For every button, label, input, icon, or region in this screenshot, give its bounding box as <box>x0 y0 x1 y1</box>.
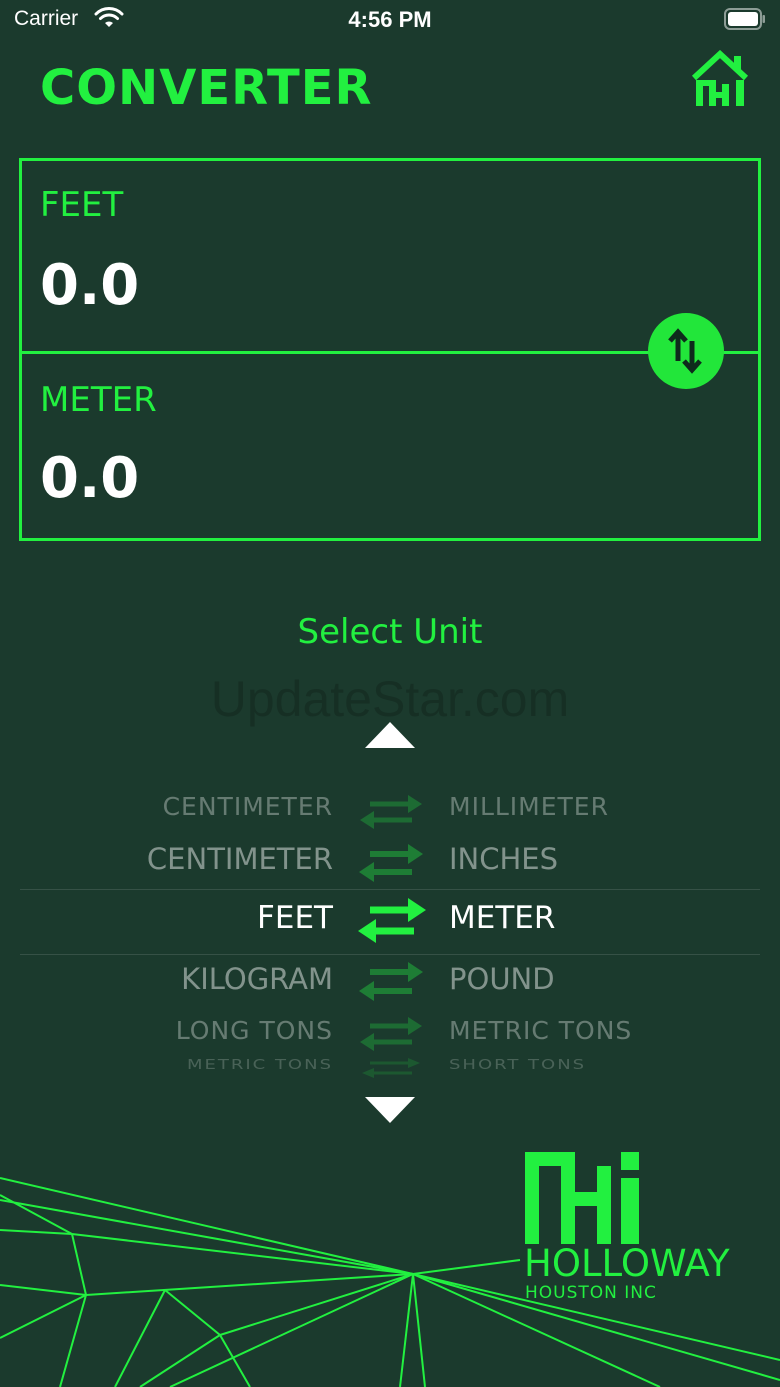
picker-option[interactable]: METRIC TONS SHORT TONS <box>20 1057 760 1079</box>
option-from: METRIC TONS <box>186 1057 333 1073</box>
hhi-logo-icon <box>525 1152 639 1244</box>
swap-button[interactable] <box>648 313 724 389</box>
picker-option[interactable]: KILOGRAM POUND <box>20 962 760 1004</box>
triangle-down-icon[interactable] <box>365 1097 415 1123</box>
status-bar: Carrier 4:56 PM <box>0 0 780 40</box>
from-value-input[interactable]: 0.0 <box>40 253 139 318</box>
option-from: LONG TONS <box>175 1016 333 1045</box>
picker-option[interactable]: LONG TONS METRIC TONS <box>20 1016 760 1052</box>
unit-picker[interactable]: CENTIMETER MILLIMETER CENTIMETER INCHES … <box>20 770 760 1090</box>
option-to: INCHES <box>449 842 559 876</box>
battery-icon <box>724 8 765 30</box>
to-value-display: 0.0 <box>40 446 140 511</box>
clock: 4:56 PM <box>348 7 432 32</box>
picker-option[interactable]: CENTIMETER INCHES <box>20 842 760 884</box>
select-unit-title: Select Unit <box>297 612 483 652</box>
triangle-up-icon[interactable] <box>365 722 415 748</box>
picker-divider <box>20 889 760 890</box>
option-from: CENTIMETER <box>162 792 333 821</box>
option-from: CENTIMETER <box>146 842 333 876</box>
option-to: SHORT TONS <box>449 1057 587 1073</box>
watermark: UpdateStar.com <box>210 671 570 727</box>
option-from: FEET <box>257 900 333 936</box>
option-to: MILLIMETER <box>449 792 609 821</box>
picker-divider <box>20 954 760 955</box>
to-unit-label: METER <box>40 380 157 420</box>
picker-option-selected[interactable]: FEET METER <box>20 898 760 946</box>
option-to: POUND <box>449 962 555 996</box>
swap-horizontal-arrows-icon <box>358 898 426 943</box>
swap-vertical-arrows-icon <box>668 328 702 374</box>
picker-option[interactable]: CENTIMETER MILLIMETER <box>20 792 760 832</box>
swap-horizontal-arrows-icon <box>360 795 422 829</box>
swap-horizontal-arrows-icon <box>359 844 423 882</box>
option-from: KILOGRAM <box>181 962 333 996</box>
house-logo-icon[interactable] <box>690 50 750 110</box>
brand-subtitle: HOUSTON INC <box>525 1283 657 1303</box>
swap-horizontal-arrows-icon <box>360 1017 422 1051</box>
page-title: CONVERTER <box>40 60 373 116</box>
swap-horizontal-arrows-icon <box>362 1058 420 1078</box>
from-unit-label: FEET <box>40 185 124 225</box>
option-to: METER <box>449 900 556 936</box>
option-to: METRIC TONS <box>449 1016 633 1045</box>
swap-horizontal-arrows-icon <box>359 962 423 1001</box>
brand-name: HOLLOWAY <box>524 1242 730 1285</box>
